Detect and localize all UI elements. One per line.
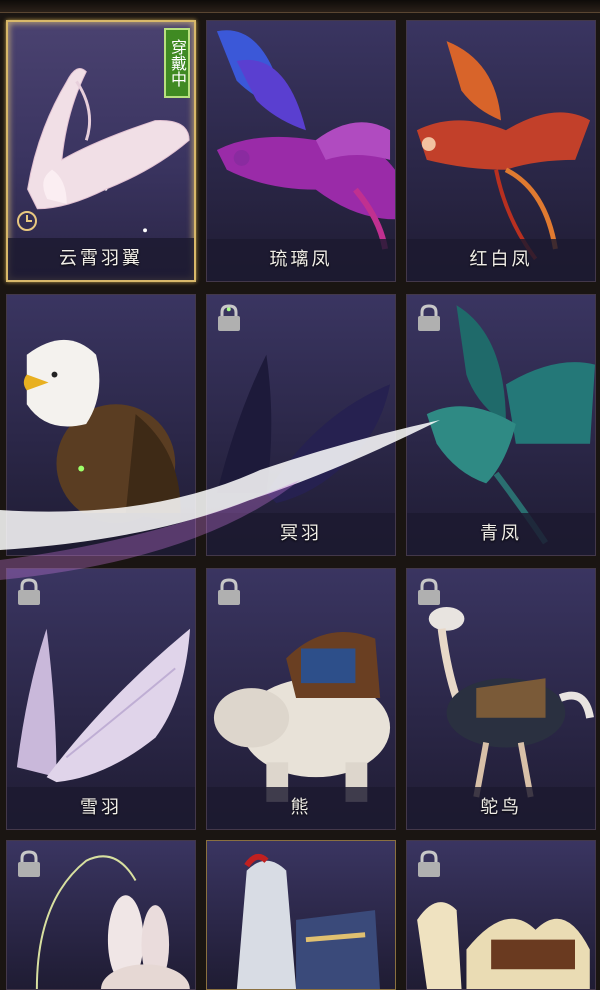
mount-name: 琉璃凤 (207, 239, 395, 281)
mount-card-1[interactable]: 穿戴中 云霄羽翼 (6, 20, 196, 282)
timer-icon (17, 211, 37, 231)
mount-card-4[interactable] (6, 294, 196, 556)
mount-name: 熊 (207, 787, 395, 829)
mount-card-11[interactable] (206, 840, 396, 990)
mount-name: 鸵鸟 (407, 787, 595, 829)
mount-card-2[interactable]: 琉璃凤 (206, 20, 396, 282)
mount-card-10[interactable] (6, 840, 196, 990)
horse-icon (236, 853, 380, 989)
mount-card-6[interactable]: 青凤 (406, 294, 596, 556)
mount-card-12[interactable] (406, 840, 596, 990)
mount-card-7[interactable]: 雪羽 (6, 568, 196, 830)
wearing-badge: 穿戴中 (164, 28, 190, 98)
lock-icon (218, 578, 240, 605)
mount-name: 云霄羽翼 (8, 238, 194, 280)
lock-icon (18, 850, 40, 877)
mount-name: 冥羽 (207, 513, 395, 555)
mount-card-5[interactable]: 冥羽 (206, 294, 396, 556)
mount-name: 红白凤 (407, 239, 595, 281)
lock-icon (418, 850, 440, 877)
mount-name: 雪羽 (7, 787, 195, 829)
mount-card-3[interactable]: 红白凤 (406, 20, 596, 282)
mount-card-8[interactable]: 熊 (206, 568, 396, 830)
mount-card-9[interactable]: 鸵鸟 (406, 568, 596, 830)
lock-icon (418, 578, 440, 605)
mount-name: 青凤 (407, 513, 595, 555)
lock-icon (418, 304, 440, 331)
lock-icon (18, 578, 40, 605)
mount-name (7, 513, 195, 555)
mount-grid: 穿戴中 云霄羽翼 琉璃凤 红白凤 冥羽 青凤 雪羽 熊 鸵鸟 (0, 12, 600, 990)
lock-icon (218, 304, 240, 331)
